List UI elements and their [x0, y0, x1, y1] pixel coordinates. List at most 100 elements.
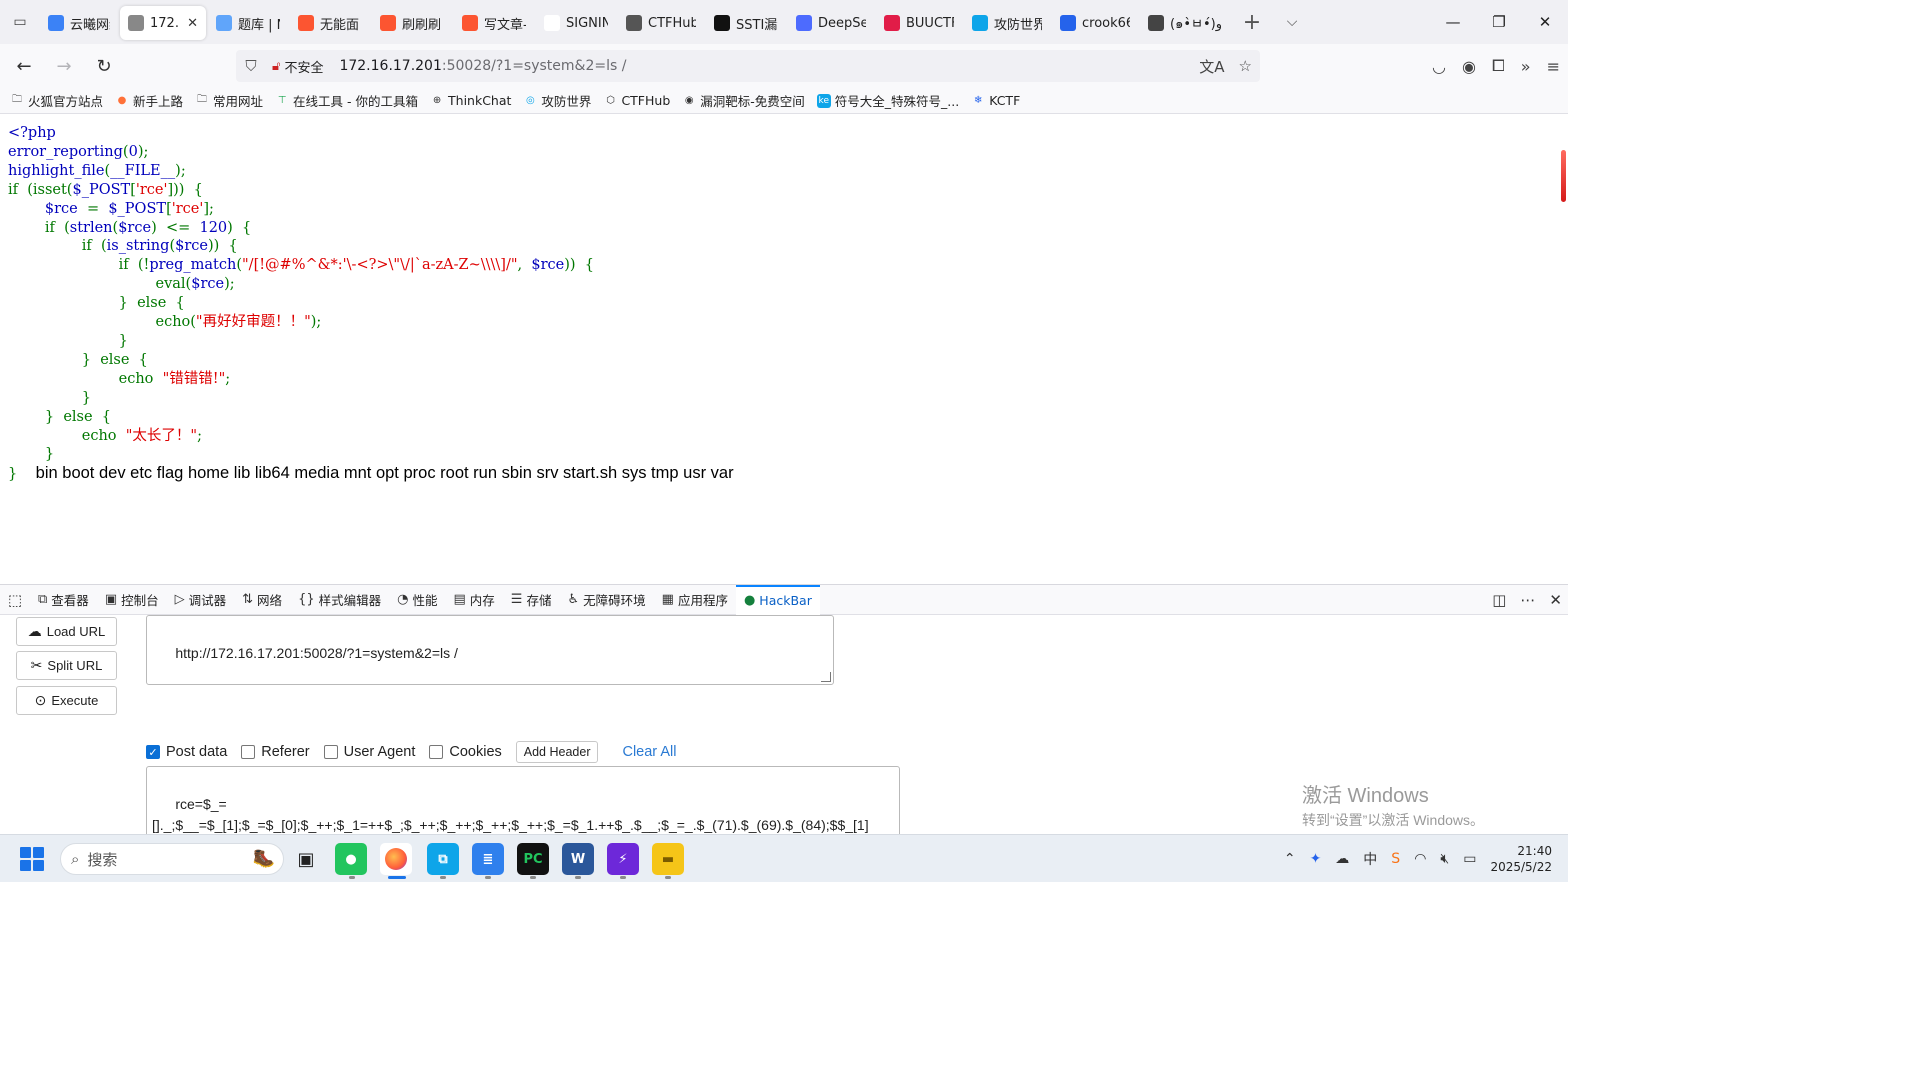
checkbox[interactable] [323, 745, 338, 759]
devtools-tab[interactable]: ▣ 控制台 [97, 585, 167, 615]
screen-tool-icon[interactable]: ⧉ [427, 843, 459, 875]
connection-security-indicator[interactable]: 🔓︎ 不安全 [266, 54, 329, 78]
pycharm-icon[interactable]: PC [517, 843, 549, 875]
bookmark-item[interactable]: ● 新手上路 [115, 91, 183, 110]
devtools-tab[interactable]: ● HackBar [735, 584, 820, 615]
devtools-more-icon[interactable]: ⋯ [1520, 591, 1535, 609]
restore-button[interactable]: ❐ [1476, 0, 1522, 44]
new-tab-button[interactable]: + [1232, 0, 1272, 44]
word-icon[interactable]: W [562, 843, 594, 875]
devtools-close-icon[interactable]: ✕ [1549, 591, 1562, 609]
browser-tab[interactable]: DeepSe [788, 6, 874, 40]
devtools-tab[interactable]: {} 样式编辑器 [290, 585, 389, 615]
hackbar-option[interactable]: User Agent [323, 744, 415, 760]
clock[interactable]: 21:40 2025/5/22 [1490, 843, 1552, 875]
translate-icon[interactable]: 文A [1199, 56, 1224, 77]
checkbox[interactable] [429, 745, 444, 759]
resize-grip-icon[interactable] [821, 672, 831, 682]
minimize-button[interactable]: — [1430, 0, 1476, 44]
devtools-tab[interactable]: ▦ 应用程序 [654, 585, 736, 615]
file-explorer-icon[interactable]: ▬ [652, 843, 684, 875]
pocket-icon[interactable]: ◡ [1432, 57, 1446, 76]
close-tab-icon[interactable]: ✕ [187, 16, 198, 31]
start-button[interactable] [20, 847, 44, 871]
forward-button[interactable]: → [46, 48, 82, 84]
battery-icon[interactable]: ▭ [1463, 851, 1476, 867]
taskbar-search[interactable]: ⌕ 搜索 🥾 [60, 843, 284, 875]
back-button[interactable]: ← [6, 48, 42, 84]
browser-tab[interactable]: CTFHub [618, 6, 704, 40]
speaker-muted-icon[interactable]: 🔇︎ [1440, 851, 1449, 867]
split-url-button[interactable]: ✂ Split URL [16, 651, 117, 680]
bookmark-item[interactable]: 🗀︎ 常用网址 [195, 91, 263, 110]
devtools-tab[interactable]: ♿ 无障碍环境 [559, 585, 653, 615]
hackbar-option[interactable]: Referer [241, 744, 310, 760]
notepad-icon[interactable]: ≣ [472, 843, 504, 875]
hackbar-option[interactable]: ✓ Post data [146, 744, 227, 760]
browser-tab[interactable]: crook66 [1052, 6, 1138, 40]
copilot-icon[interactable]: ✦ [1310, 851, 1322, 867]
close-window-button[interactable]: ✕ [1522, 0, 1568, 44]
hackbar-url-value: http://172.16.17.201:50028/?1=system&2=l… [175, 645, 458, 661]
tracking-protection-icon[interactable]: ⛉ [236, 57, 266, 75]
bookmark-item[interactable]: ◎ 攻防世界 [523, 91, 591, 110]
firefox-view-button[interactable]: ▭ [0, 0, 40, 44]
devtools-tab[interactable]: ☰ 存储 [503, 585, 560, 615]
add-header-button[interactable]: Add Header [515, 741, 599, 763]
show-hidden-icons-icon[interactable]: ⌃ [1284, 851, 1296, 867]
app-menu-icon[interactable]: ≡ [1547, 57, 1560, 76]
ime-indicator[interactable]: 中 [1363, 849, 1377, 869]
checkbox[interactable]: ✓ [146, 745, 160, 759]
load-url-button[interactable]: ☁ Load URL [16, 617, 117, 646]
execute-button[interactable]: ⊙ Execute [16, 686, 117, 715]
bookmark-item[interactable]: ❄ KCTF [971, 93, 1020, 108]
browser-tab[interactable]: SIGNIN [536, 6, 616, 40]
devtools-tab[interactable]: ⇅ 网络 [234, 585, 290, 615]
scroll-indicator[interactable] [1561, 150, 1566, 202]
account-icon[interactable]: ◉ [1462, 57, 1476, 76]
devtools-tab[interactable]: ▤ 内存 [445, 585, 502, 615]
sogou-icon[interactable]: S [1391, 851, 1400, 867]
onedrive-icon[interactable]: ☁ [1335, 851, 1349, 867]
reload-button[interactable]: ↻ [86, 48, 122, 84]
bookmark-item[interactable]: ke 符号大全_特殊符号_... [816, 91, 959, 110]
address-bar[interactable]: ⛉ 🔓︎ 不安全 172.16.17.201:50028/?1=system&2… [236, 50, 1260, 82]
devtools-tab[interactable]: ⧉ 查看器 [30, 585, 97, 615]
devtools-tab[interactable]: ▷ 调试器 [167, 585, 235, 615]
browser-tab[interactable]: BUUCTF [876, 6, 962, 40]
wechat-icon[interactable]: ● [335, 843, 367, 875]
browser-tab[interactable]: 无能面 [290, 6, 370, 40]
browser-tab[interactable]: (๑•̀ㅂ•́)و [1140, 6, 1232, 40]
wifi-icon[interactable]: ◠ [1414, 851, 1426, 867]
hackbar-url-input[interactable]: http://172.16.17.201:50028/?1=system&2=l… [146, 615, 834, 685]
browser-tab[interactable]: 攻防世界 [964, 6, 1050, 40]
browser-tab[interactable]: 写文章-C [454, 6, 534, 40]
list-all-tabs-button[interactable]: ⌵ [1272, 0, 1312, 44]
hackbar-option[interactable]: Cookies [429, 744, 502, 760]
bookmark-item[interactable]: 🗀︎ 火狐官方站点 [10, 91, 103, 110]
bookmark-item[interactable]: ⊕ ThinkChat [430, 93, 512, 108]
bookmark-item[interactable]: ⊤ 在线工具 - 你的工具箱 [275, 91, 418, 110]
bookmark-item[interactable]: ◉ 漏洞靶标-免费空间 [682, 91, 805, 110]
extensions-icon[interactable]: ⧠ [1492, 56, 1505, 76]
clear-all-link[interactable]: Clear All [622, 744, 676, 760]
dock-side-icon[interactable]: ◫ [1492, 591, 1506, 609]
load-url-label: Load URL [46, 624, 106, 639]
devtools-tab-label: 调试器 [188, 593, 227, 608]
bookmark-item[interactable]: ⬡ CTFHub [603, 93, 670, 108]
bookmark-star-icon[interactable]: ☆ [1239, 57, 1252, 75]
overflow-chevron-icon[interactable]: » [1521, 57, 1531, 76]
terminal-app-icon[interactable]: ⚡ [607, 843, 639, 875]
browser-tab[interactable]: 云曦网络 [40, 6, 118, 40]
browser-tab[interactable]: 题库 | N [208, 6, 288, 40]
browser-tab[interactable]: 刷刷刷 [372, 6, 452, 40]
browser-tab[interactable]: SSTI漏洞 [706, 6, 786, 40]
checkbox[interactable] [241, 745, 256, 759]
task-view-icon[interactable]: ▣ [290, 843, 322, 875]
url-text[interactable]: 172.16.17.201:50028/?1=system&2=ls / [339, 58, 626, 74]
bookmark-label: 攻防世界 [541, 94, 592, 109]
firefox-icon[interactable] [380, 843, 412, 875]
browser-tab[interactable]: 172.16.1 ✕ [120, 6, 206, 40]
element-picker-icon[interactable]: ⬚ [0, 585, 30, 615]
devtools-tab[interactable]: ◔ 性能 [389, 585, 445, 615]
